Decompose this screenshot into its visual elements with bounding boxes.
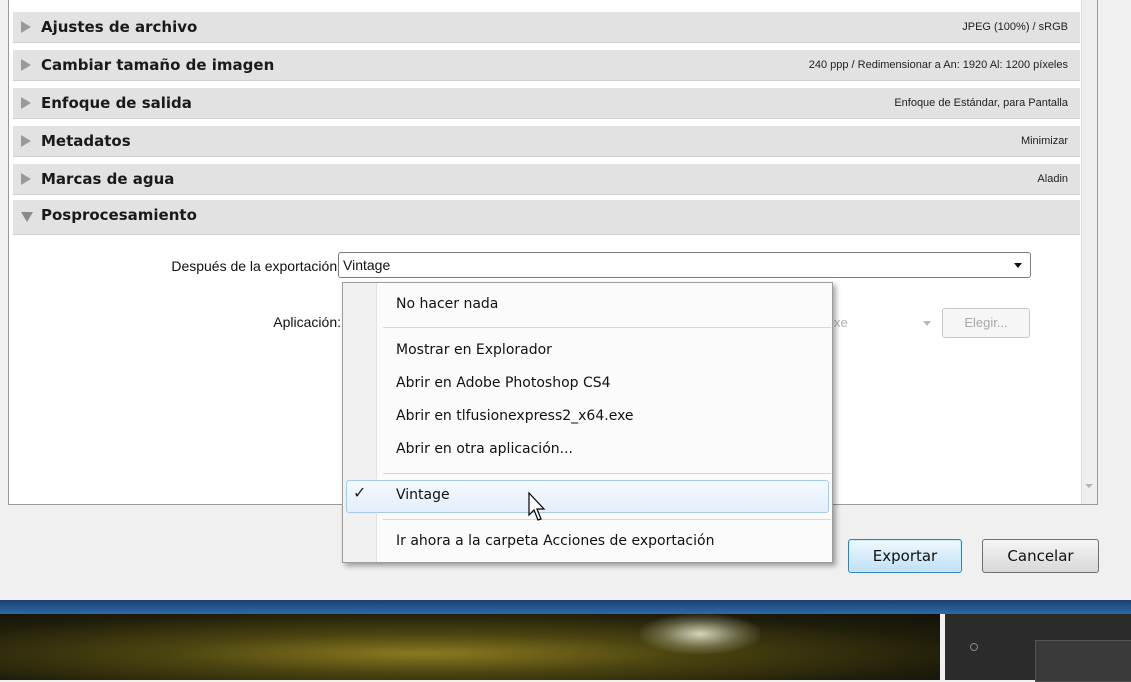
application-dropdown-arrow-icon[interactable] [923,321,931,326]
section-title: Posprocesamiento [41,206,197,224]
choose-button[interactable]: Elegir... [942,308,1030,338]
export-button[interactable]: Exportar [848,539,962,573]
section-summary: Enfoque de Estándar, para Pantalla [894,97,1068,109]
menu-gutter [343,283,377,562]
cancel-button[interactable]: Cancelar [982,539,1099,573]
chevron-down-icon [1014,263,1022,268]
menu-item-do-nothing[interactable]: No hacer nada [396,296,498,312]
section-title: Ajustes de archivo [41,18,198,36]
scrollbar[interactable] [1081,0,1097,504]
section-title: Enfoque de salida [41,94,192,112]
after-export-dropdown-menu: ✓ No hacer nada Mostrar en Explorador Ab… [342,282,833,563]
menu-separator [383,473,831,474]
section-metadata[interactable]: Metadatos Minimizar [13,126,1080,157]
scroll-down-arrow-icon[interactable] [1085,484,1093,488]
expand-triangle-icon [21,135,31,147]
application-label: Aplicación: [273,314,341,330]
circle-icon [970,643,978,651]
expand-triangle-icon [21,21,31,33]
section-title: Cambiar tamaño de imagen [41,56,275,74]
background-photo [0,614,940,680]
section-summary: JPEG (100%) / sRGB [962,21,1068,33]
after-export-value: Vintage [343,257,391,273]
section-summary: 240 ppp / Redimensionar a An: 1920 Al: 1… [808,59,1068,71]
application-value: xe [834,315,848,330]
background-photo-highlight [640,614,760,654]
section-title: Metadatos [41,132,131,150]
menu-item-open-photoshop[interactable]: Abrir en Adobe Photoshop CS4 [396,375,611,391]
section-image-sizing[interactable]: Cambiar tamaño de imagen 240 ppp / Redim… [13,50,1080,81]
after-export-label: Después de la exportación: [171,258,341,274]
section-summary: Aladin [1037,173,1068,185]
menu-item-show-in-explorer[interactable]: Mostrar en Explorador [396,342,552,358]
section-title: Marcas de agua [41,170,175,188]
menu-item-vintage[interactable]: Vintage [396,487,450,503]
export-dialog: Ajustes de archivo JPEG (100%) / sRGB Ca… [0,0,1131,600]
menu-separator [383,327,831,328]
expand-triangle-icon [21,97,31,109]
collapse-triangle-icon [21,212,33,222]
menu-item-go-to-export-actions[interactable]: Ir ahora a la carpeta Acciones de export… [396,533,714,549]
section-post-processing[interactable]: Posprocesamiento [13,200,1080,235]
checkmark-icon: ✓ [353,483,367,502]
menu-item-open-tlfusion[interactable]: Abrir en tlfusionexpress2_x64.exe [396,408,634,424]
mouse-cursor-icon [528,492,546,521]
section-summary: Minimizar [1020,135,1068,147]
section-file-settings[interactable]: Ajustes de archivo JPEG (100%) / sRGB [13,12,1080,43]
section-output-sharpening[interactable]: Enfoque de salida Enfoque de Estándar, p… [13,88,1080,119]
after-export-select[interactable]: Vintage [338,252,1031,278]
expand-triangle-icon [21,59,31,71]
taskbar-edge [0,600,1131,614]
menu-separator [383,519,831,520]
expand-triangle-icon [21,173,31,185]
section-watermark[interactable]: Marcas de agua Aladin [13,164,1080,195]
menu-item-open-other-app[interactable]: Abrir en otra aplicación... [396,441,573,457]
background-side-box [1035,640,1131,682]
